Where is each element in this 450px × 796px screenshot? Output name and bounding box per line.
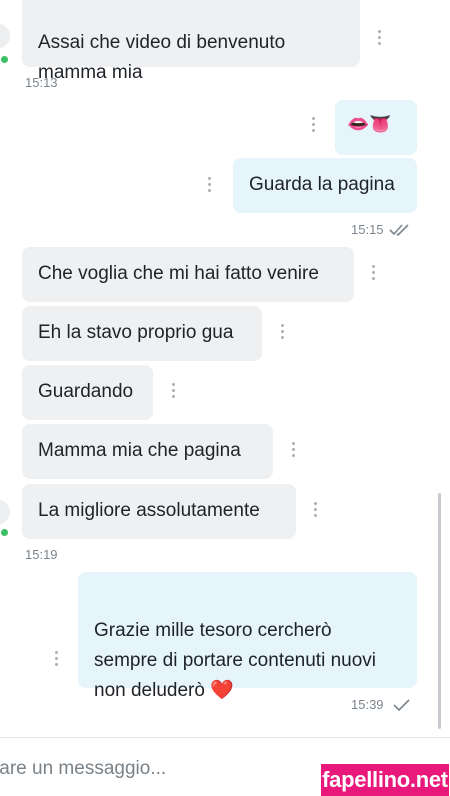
message-menu-icon[interactable]	[208, 177, 212, 193]
composer-divider	[0, 737, 450, 738]
message-bubble[interactable]: La migliore assolutamente	[22, 484, 296, 539]
message-bubble[interactable]: Eh la stavo proprio gua	[22, 306, 262, 361]
message-text: Grazie mille tesoro cercherò sempre di p…	[94, 620, 376, 701]
message-timestamp: 15:19	[25, 547, 58, 562]
message-bubble[interactable]: Mamma mia che pagina	[22, 424, 273, 479]
message-text: Guardando	[38, 381, 134, 402]
scrollbar[interactable]	[438, 493, 441, 729]
avatar[interactable]	[0, 500, 10, 524]
message-text: Che voglia che mi hai fatto venire	[38, 263, 319, 284]
message-bubble[interactable]: Grazie mille tesoro cercherò sempre di p…	[78, 572, 417, 701]
single-check-icon	[393, 699, 410, 712]
message-bubble[interactable]: Guarda la pagina	[233, 158, 417, 213]
avatar[interactable]	[0, 24, 10, 48]
message-menu-icon[interactable]	[312, 117, 316, 133]
message-text: Mamma mia che pagina	[38, 440, 241, 461]
online-status-dot	[0, 55, 9, 64]
watermark-logo: fapellino.net	[321, 764, 449, 796]
message-menu-icon[interactable]	[372, 265, 376, 281]
message-text: Guarda la pagina	[249, 174, 395, 195]
message-menu-icon[interactable]	[172, 383, 176, 399]
message-bubble[interactable]: Assai che video di benvenuto mamma mia	[22, 0, 360, 83]
message-menu-icon[interactable]	[55, 651, 59, 667]
online-status-dot	[0, 528, 9, 537]
message-timestamp: 15:13	[25, 75, 58, 90]
message-bubble[interactable]: 👄👅	[335, 100, 417, 155]
message-text: La migliore assolutamente	[38, 500, 260, 521]
message-input[interactable]: tare un messaggio...	[0, 758, 166, 780]
message-bubble[interactable]: Che voglia che mi hai fatto venire	[22, 247, 354, 302]
message-menu-icon[interactable]	[292, 442, 296, 458]
message-text: Assai che video di benvenuto mamma mia	[38, 32, 286, 83]
message-menu-icon[interactable]	[281, 324, 285, 340]
message-menu-icon[interactable]	[378, 30, 382, 46]
message-bubble[interactable]: Guardando	[22, 365, 153, 420]
message-text: Eh la stavo proprio gua	[38, 322, 234, 343]
message-timestamp: 15:39	[351, 697, 384, 712]
message-timestamp: 15:15	[351, 222, 384, 237]
double-check-icon	[389, 224, 409, 237]
message-menu-icon[interactable]	[314, 502, 318, 518]
message-text: 👄👅	[347, 114, 392, 135]
